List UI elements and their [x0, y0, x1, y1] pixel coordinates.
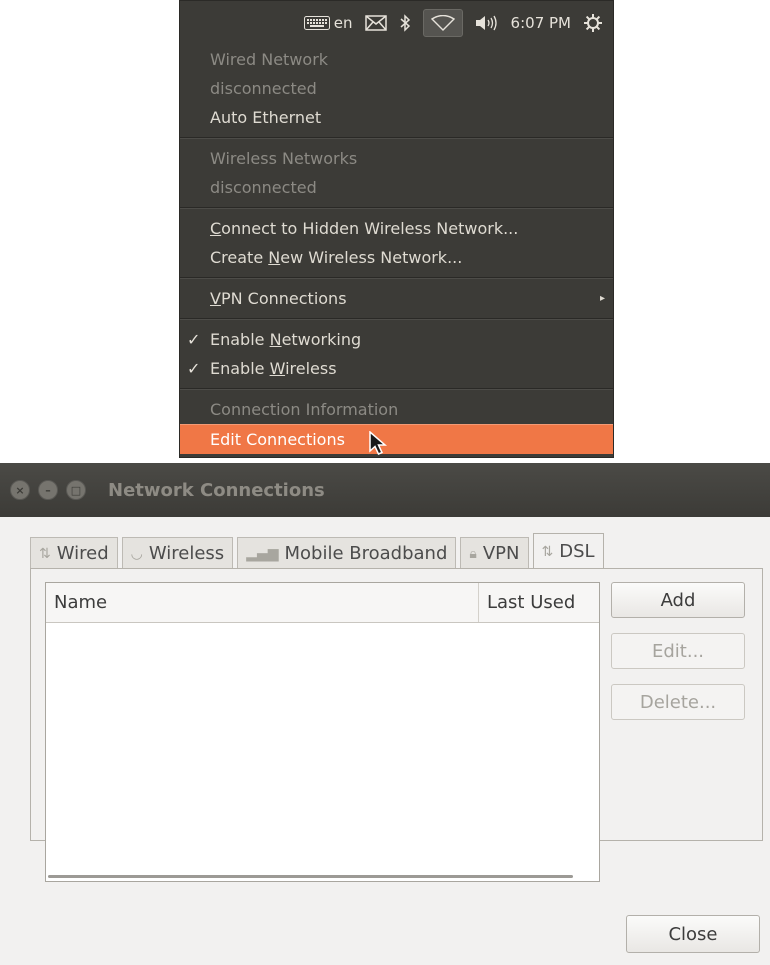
keyboard-icon	[303, 16, 330, 30]
item-label: Enable	[210, 359, 270, 378]
item-label: ew Wireless Network...	[280, 248, 463, 267]
messaging-indicator[interactable]	[364, 15, 387, 31]
item-label: Enable	[210, 330, 270, 349]
submenu-arrow-icon: ▸	[599, 293, 605, 304]
sound-indicator[interactable]	[475, 15, 499, 31]
volume-icon	[475, 15, 497, 31]
tab-vpn[interactable]: 🔒︎ VPN	[460, 537, 529, 569]
mnemonic: V	[210, 289, 221, 308]
auto-ethernet-item[interactable]: Auto Ethernet	[180, 103, 613, 132]
create-new-wireless-item[interactable]: Create New Wireless Network...	[180, 243, 613, 272]
edit-connections-item[interactable]: Edit Connections	[180, 424, 613, 454]
mouse-pointer-icon	[369, 431, 388, 455]
mnemonic: W	[269, 359, 286, 378]
horizontal-scrollbar[interactable]	[48, 875, 573, 878]
close-button[interactable]: Close	[626, 915, 760, 953]
list-header: Name Last Used	[46, 583, 599, 623]
wireless-networks-header: Wireless Networks	[210, 149, 358, 168]
minimize-window-icon[interactable]: –	[38, 480, 58, 500]
envelope-icon	[364, 15, 387, 31]
language-label: en	[333, 14, 353, 32]
tab-wireless[interactable]: ◡ Wireless	[121, 537, 234, 569]
vpn-connections-item[interactable]: VPN Connections ▸	[180, 284, 613, 313]
window-titlebar: × – □ Network Connections	[0, 463, 770, 517]
dsl-tab-panel: Name Last Used Add Edit... Delete...	[30, 568, 763, 882]
keyboard-indicator[interactable]: en	[303, 14, 353, 32]
network-connections-window: × – □ Network Connections ⇅ Wired ◡ Wirele…	[0, 463, 770, 965]
tab-label: Wired	[56, 543, 109, 564]
menu-separator	[180, 277, 613, 279]
wireless-status: disconnected	[210, 178, 317, 197]
item-label: ireless	[285, 359, 337, 378]
clock[interactable]: 6:07 PM	[511, 14, 571, 32]
tab-label: Mobile Broadband	[284, 543, 448, 564]
wifi-icon	[430, 15, 455, 31]
mnemonic: N	[268, 248, 281, 267]
menu-separator	[180, 318, 613, 320]
column-header-name[interactable]: Name	[46, 583, 479, 622]
delete-button[interactable]: Delete...	[611, 684, 745, 720]
maximize-window-icon[interactable]: □	[66, 480, 86, 500]
enable-networking-item[interactable]: ✓ Enable Networking	[180, 325, 613, 354]
item-label: onnect to Hidden Wireless Network...	[221, 219, 519, 238]
power-gear-icon	[584, 14, 602, 32]
lock-icon: 🔒︎	[469, 545, 477, 562]
menu-separator	[180, 388, 613, 390]
tab-dsl[interactable]: ⇅ DSL	[532, 533, 604, 569]
network-indicator[interactable]	[422, 9, 463, 37]
window-title: Network Connections	[108, 479, 325, 501]
mnemonic: C	[210, 219, 222, 238]
network-menu: Wired Network disconnected Auto Ethernet…	[180, 45, 613, 454]
menu-separator	[180, 207, 613, 209]
bluetooth-indicator[interactable]	[399, 14, 411, 32]
network-indicator-menu: en 6:07 PM Wired Network disconnected Au…	[179, 0, 614, 458]
connect-hidden-wireless-item[interactable]: Connect to Hidden Wireless Network...	[180, 214, 613, 243]
menu-separator	[180, 137, 613, 139]
check-icon: ✓	[187, 330, 201, 349]
arrows-icon: ⇅	[39, 545, 51, 562]
tab-label: Wireless	[148, 543, 225, 564]
wifi-icon: ◡	[130, 545, 143, 562]
connection-type-tabs: ⇅ Wired ◡ Wireless ▂▄▆ Mobile Broadband 🔒︎ V…	[30, 533, 608, 569]
connection-information-item: Connection Information	[210, 400, 399, 419]
item-label: etworking	[281, 330, 362, 349]
add-button[interactable]: Add	[611, 582, 745, 618]
top-panel: en 6:07 PM	[180, 1, 613, 45]
bluetooth-icon	[400, 14, 410, 32]
close-window-icon[interactable]: ×	[10, 480, 30, 500]
mnemonic: N	[269, 330, 282, 349]
session-indicator[interactable]	[583, 13, 603, 33]
tab-label: DSL	[559, 541, 595, 562]
item-label: PN Connections	[220, 289, 347, 308]
column-header-last-used[interactable]: Last Used	[479, 583, 599, 622]
tab-mobile-broadband[interactable]: ▂▄▆ Mobile Broadband	[237, 537, 457, 569]
arrows-icon: ⇅	[541, 543, 554, 560]
edit-button[interactable]: Edit...	[611, 633, 745, 669]
enable-wireless-item[interactable]: ✓ Enable Wireless	[180, 354, 613, 383]
wired-network-header: Wired Network	[210, 50, 329, 69]
wired-status: disconnected	[210, 79, 317, 98]
tab-label: VPN	[482, 543, 520, 564]
check-icon: ✓	[187, 359, 201, 378]
signal-icon: ▂▄▆	[246, 545, 279, 562]
connections-list[interactable]: Name Last Used	[45, 582, 600, 882]
item-label: Create	[210, 248, 269, 267]
tab-wired[interactable]: ⇅ Wired	[30, 537, 118, 569]
